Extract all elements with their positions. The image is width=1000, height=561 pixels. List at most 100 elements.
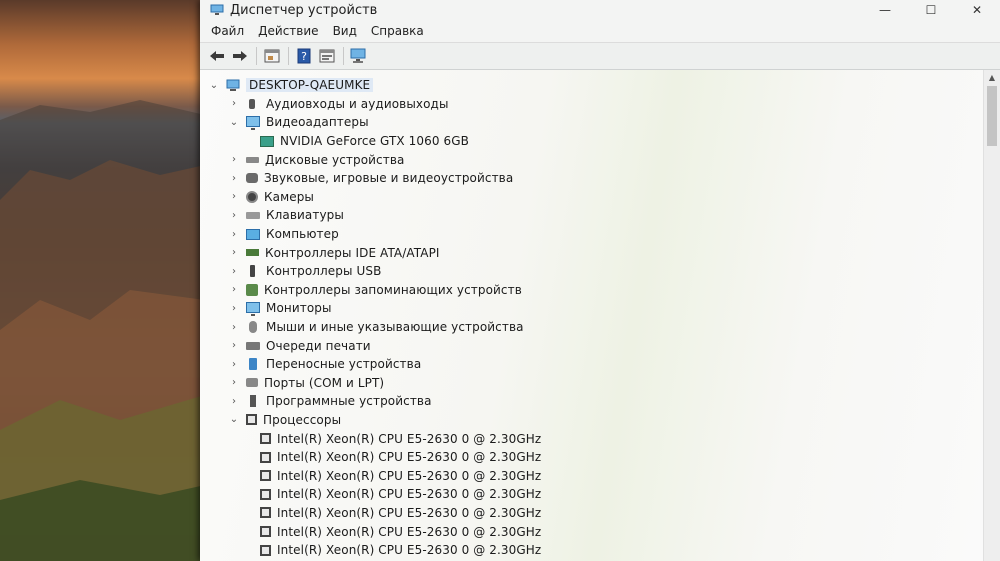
chevron-right-icon[interactable]: › — [228, 266, 240, 277]
tree-category[interactable]: › Порты (COM и LPT) — [200, 374, 984, 393]
forward-button[interactable] — [229, 46, 251, 66]
sound-icon — [246, 173, 258, 184]
tree-root[interactable]: ⌄ DESKTOP-QAEUMKE — [200, 76, 984, 95]
tree-category[interactable]: › Переносные устройства — [200, 355, 984, 374]
scan-hardware-icon — [350, 48, 366, 63]
category-label: Звуковые, игровые и видеоустройства — [264, 171, 514, 186]
computer-name: DESKTOP-QAEUMKE — [246, 78, 374, 93]
tree-category[interactable]: › Камеры — [200, 188, 984, 207]
scan-hardware-button[interactable] — [348, 46, 370, 66]
usb-icon — [250, 265, 255, 278]
tree-device[interactable]: Intel(R) Xeon(R) CPU E5-2630 0 @ 2.30GHz — [200, 504, 984, 523]
tree-category[interactable]: ⌄ Процессоры — [200, 411, 984, 430]
tree-device[interactable]: Intel(R) Xeon(R) CPU E5-2630 0 @ 2.30GHz — [200, 466, 984, 485]
device-label: Intel(R) Xeon(R) CPU E5-2630 0 @ 2.30GHz — [277, 543, 542, 558]
cpu-icon — [260, 433, 271, 445]
cpu-icon — [260, 451, 271, 463]
storage-controller-icon — [246, 283, 258, 296]
chevron-right-icon[interactable]: › — [228, 303, 240, 314]
chevron-down-icon[interactable]: ⌄ — [228, 414, 240, 425]
device-label: Intel(R) Xeon(R) CPU E5-2630 0 @ 2.30GHz — [277, 524, 542, 539]
toolbar-separator — [288, 47, 289, 65]
window-controls: — ☐ ✕ — [862, 0, 1000, 20]
close-button[interactable]: ✕ — [954, 0, 1000, 20]
help-icon: ? — [297, 48, 311, 64]
menu-file[interactable]: Файл — [204, 22, 251, 40]
tree-category[interactable]: › Аудиовходы и аудиовыходы — [200, 95, 984, 114]
tree-device[interactable]: Intel(R) Xeon(R) CPU E5-2630 0 @ 2.30GHz — [200, 522, 984, 541]
category-label: Мониторы — [266, 301, 332, 316]
category-label: Клавиатуры — [266, 208, 344, 223]
tree-category[interactable]: ⌄ Видеоадаптеры — [200, 113, 984, 132]
tree-category[interactable]: › Компьютер — [200, 225, 984, 244]
menu-help[interactable]: Справка — [364, 22, 431, 40]
chevron-right-icon[interactable]: › — [228, 191, 240, 202]
cpu-icon — [260, 488, 271, 500]
chevron-right-icon[interactable]: › — [228, 247, 240, 258]
chevron-right-icon[interactable]: › — [228, 154, 240, 165]
category-label: Аудиовходы и аудиовыходы — [266, 96, 449, 111]
cpu-icon — [260, 544, 271, 556]
minimize-button[interactable]: — — [862, 0, 908, 20]
chevron-right-icon[interactable]: › — [228, 340, 240, 351]
device-label: Intel(R) Xeon(R) CPU E5-2630 0 @ 2.30GHz — [277, 450, 542, 465]
svg-text:?: ? — [301, 50, 307, 63]
chevron-down-icon[interactable]: ⌄ — [208, 80, 220, 91]
chevron-right-icon[interactable]: › — [228, 396, 240, 407]
toolbar-separator — [343, 47, 344, 65]
tree-category[interactable]: › Мыши и иные указывающие устройства — [200, 318, 984, 337]
category-label: Переносные устройства — [266, 357, 422, 372]
device-label: Intel(R) Xeon(R) CPU E5-2630 0 @ 2.30GHz — [277, 505, 542, 520]
scroll-up-icon[interactable]: ▲ — [984, 70, 1000, 84]
cpu-icon — [260, 526, 271, 538]
mountain-landscape — [0, 100, 205, 561]
disk-icon — [246, 156, 259, 163]
tree-category[interactable]: › Контроллеры USB — [200, 262, 984, 281]
properties-button[interactable] — [261, 46, 283, 66]
chevron-down-icon[interactable]: ⌄ — [228, 117, 240, 128]
chevron-right-icon[interactable]: › — [228, 173, 240, 184]
tree-device[interactable]: NVIDIA GeForce GTX 1060 6GB — [200, 132, 984, 151]
menu-view[interactable]: Вид — [326, 22, 364, 40]
scroll-thumb[interactable] — [987, 86, 997, 146]
tree-category[interactable]: › Контроллеры запоминающих устройств — [200, 281, 984, 300]
toolbar-separator — [256, 47, 257, 65]
tree-category[interactable]: › Контроллеры IDE ATA/ATAPI — [200, 243, 984, 262]
ports-icon — [246, 378, 258, 388]
software-device-icon — [250, 395, 256, 408]
back-button[interactable] — [206, 46, 228, 66]
tree-category[interactable]: › Мониторы — [200, 299, 984, 318]
maximize-button[interactable]: ☐ — [908, 0, 954, 20]
tree-device[interactable]: Intel(R) Xeon(R) CPU E5-2630 0 @ 2.30GHz — [200, 429, 984, 448]
tree-device[interactable]: Intel(R) Xeon(R) CPU E5-2630 0 @ 2.30GHz — [200, 448, 984, 467]
computer-icon — [226, 79, 240, 92]
view-button[interactable] — [316, 46, 338, 66]
chevron-right-icon[interactable]: › — [228, 210, 240, 221]
chevron-right-icon[interactable]: › — [228, 322, 240, 333]
tree-category[interactable]: › Очереди печати — [200, 336, 984, 355]
help-button[interactable]: ? — [293, 46, 315, 66]
tree-category[interactable]: › Программные устройства — [200, 392, 984, 411]
tree-category[interactable]: › Звуковые, игровые и видеоустройства — [200, 169, 984, 188]
printer-icon — [246, 341, 260, 350]
screen: Диспетчер устройств — ☐ ✕ Файл Действие … — [0, 0, 1000, 561]
chevron-right-icon[interactable]: › — [228, 229, 240, 240]
chevron-right-icon[interactable]: › — [228, 359, 240, 370]
chevron-right-icon[interactable]: › — [228, 377, 240, 388]
category-label: Видеоадаптеры — [266, 115, 369, 130]
category-label: Контроллеры запоминающих устройств — [264, 282, 522, 297]
device-label: Intel(R) Xeon(R) CPU E5-2630 0 @ 2.30GHz — [277, 431, 542, 446]
title-bar[interactable]: Диспетчер устройств — ☐ ✕ — [200, 0, 1000, 20]
tree-category[interactable]: › Дисковые устройства — [200, 150, 984, 169]
menu-action[interactable]: Действие — [251, 22, 325, 40]
tree-device[interactable]: Intel(R) Xeon(R) CPU E5-2630 0 @ 2.30GHz — [200, 541, 984, 560]
chevron-right-icon[interactable]: › — [228, 98, 240, 109]
category-label: Камеры — [264, 189, 315, 204]
chevron-right-icon[interactable]: › — [228, 284, 240, 295]
tree-category[interactable]: › Клавиатуры — [200, 206, 984, 225]
display-adapter-icon — [246, 115, 260, 130]
tree-device[interactable]: Intel(R) Xeon(R) CPU E5-2630 0 @ 2.30GHz — [200, 485, 984, 504]
window-title: Диспетчер устройств — [230, 2, 378, 18]
mouse-icon — [249, 321, 257, 334]
vertical-scrollbar[interactable]: ▲ — [983, 70, 1000, 561]
